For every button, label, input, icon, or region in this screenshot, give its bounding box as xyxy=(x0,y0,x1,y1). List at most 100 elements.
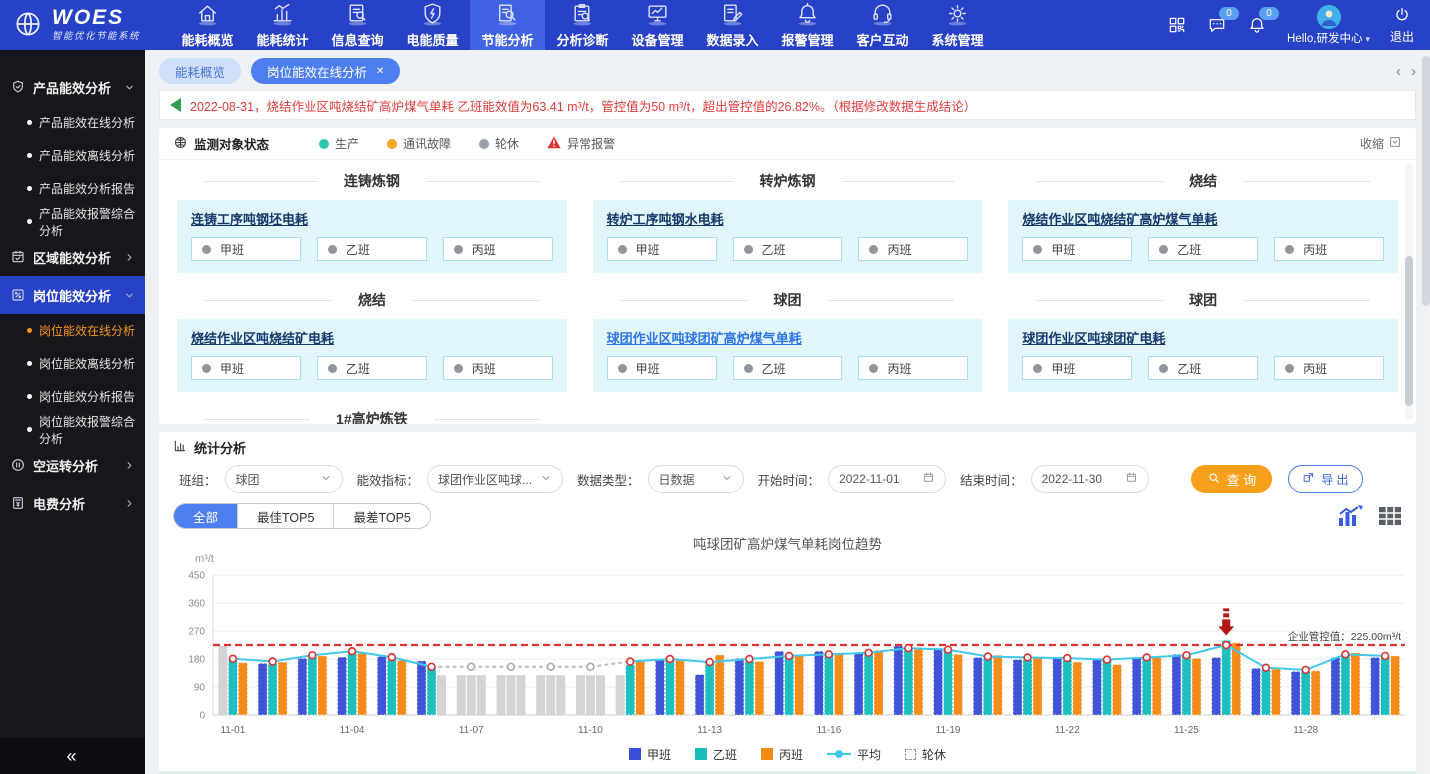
sidebar-item-electricity-fee[interactable]: 电费分析 xyxy=(0,484,145,522)
shift-status-box[interactable]: 乙班 xyxy=(317,237,427,261)
shift-status-box[interactable]: 乙班 xyxy=(733,356,843,380)
qr-code-icon[interactable] xyxy=(1167,15,1187,35)
sidebar-subitem-product-report[interactable]: 产品能效分析报告 xyxy=(0,172,145,205)
sidebar: 产品能效分析产品能效在线分析产品能效离线分析产品能效分析报告产品能效报警综合分析… xyxy=(0,50,145,774)
nav-item-system-management[interactable]: 系统管理 xyxy=(920,0,995,50)
shift-status-box[interactable]: 丙班 xyxy=(443,237,553,261)
shift-status-box[interactable]: 乙班 xyxy=(733,237,843,261)
collapse-sidebar-button[interactable]: « xyxy=(0,738,145,774)
sidebar-item-product-energy[interactable]: 产品能效分析 xyxy=(0,68,145,106)
chevron-right-icon[interactable]: › xyxy=(1411,63,1416,80)
view-tab-1[interactable]: 最佳TOP5 xyxy=(237,504,333,528)
query-button[interactable]: 查 询 xyxy=(1191,465,1273,493)
message-count-badge: 0 xyxy=(1219,7,1239,20)
sidebar-subitem-post-report[interactable]: 岗位能效分析报告 xyxy=(0,380,145,413)
view-tab-label: 全部 xyxy=(193,507,218,526)
nav-item-energy-stats[interactable]: 能耗统计 xyxy=(245,0,320,50)
nav-item-data-entry[interactable]: 数据录入 xyxy=(695,0,770,50)
sidebar-item-idle-run[interactable]: 空运转分析 xyxy=(0,446,145,484)
indicator-card: 连铸工序吨钢坯电耗甲班乙班丙班 xyxy=(177,200,567,273)
shift-select[interactable]: 球团 xyxy=(225,465,343,493)
svg-text:11-10: 11-10 xyxy=(578,725,603,736)
start-date-input[interactable]: 2022-11-01 xyxy=(828,465,946,493)
status-comm-fault: 通讯故障 xyxy=(387,135,451,152)
chart-area: 09018027036045011-0111-0411-0711-1011-13… xyxy=(159,567,1416,742)
shift-status-box[interactable]: 丙班 xyxy=(1274,237,1384,261)
shift-status-box[interactable]: 丙班 xyxy=(1274,356,1384,380)
close-icon[interactable]: ✕ xyxy=(376,66,384,77)
shift-status-box[interactable]: 甲班 xyxy=(607,237,717,261)
messages-icon[interactable]: 0 xyxy=(1207,15,1227,35)
calendar-icon xyxy=(1125,471,1138,487)
nav-item-info-query[interactable]: 信息查询 xyxy=(320,0,395,50)
shift-status-box[interactable]: 丙班 xyxy=(858,356,968,380)
sidebar-subitem-post-online[interactable]: 岗位能效在线分析 xyxy=(0,314,145,347)
svg-text:90: 90 xyxy=(194,683,206,694)
status-dot xyxy=(744,245,753,254)
chevron-left-icon[interactable]: ‹ xyxy=(1396,63,1401,80)
export-button[interactable]: 导 出 xyxy=(1288,465,1362,493)
nav-item-energy-saving-analysis[interactable]: 节能分析 xyxy=(470,0,545,50)
notifications-icon[interactable]: 0 xyxy=(1247,15,1267,35)
nav-item-customer-interaction[interactable]: 客户互动 xyxy=(845,0,920,50)
tab-label: 能耗概览 xyxy=(175,62,225,81)
view-tab-label: 最佳TOP5 xyxy=(257,507,314,526)
table-view-toggle[interactable] xyxy=(1378,506,1402,526)
chart-view-toggle[interactable] xyxy=(1337,505,1363,527)
sidebar-subitem-product-offline[interactable]: 产品能效离线分析 xyxy=(0,139,145,172)
chevron-down-icon xyxy=(721,472,733,487)
shift-status-box[interactable]: 丙班 xyxy=(443,356,553,380)
monitor-scrollbar-thumb[interactable] xyxy=(1405,256,1413,406)
view-tab-2[interactable]: 最差TOP5 xyxy=(333,504,429,528)
shift-status-box[interactable]: 甲班 xyxy=(1022,356,1132,380)
shift-status-box[interactable]: 乙班 xyxy=(317,356,427,380)
shift-status-box[interactable]: 丙班 xyxy=(858,237,968,261)
bullet-icon xyxy=(27,427,32,432)
tab-0[interactable]: 能耗概览 xyxy=(159,58,241,84)
svg-text:180: 180 xyxy=(188,655,205,666)
tab-1[interactable]: 岗位能效在线分析✕ xyxy=(251,58,400,84)
shift-status-box[interactable]: 乙班 xyxy=(1148,356,1258,380)
sidebar-subitem-product-online[interactable]: 产品能效在线分析 xyxy=(0,106,145,139)
indicator-link[interactable]: 烧结作业区吨烧结矿电耗 xyxy=(191,328,334,347)
nav-item-analysis-diagnosis[interactable]: 分析诊断 xyxy=(545,0,620,50)
indicator-link[interactable]: 烧结作业区吨烧结矿高炉煤气单耗 xyxy=(1022,209,1217,228)
logout-button[interactable]: 退出 xyxy=(1390,6,1414,45)
nav-item-energy-overview[interactable]: 能耗概览 xyxy=(170,0,245,50)
nav-item-power-quality[interactable]: 电能质量 xyxy=(395,0,470,50)
view-tab-0[interactable]: 全部 xyxy=(174,504,237,528)
datatype-select[interactable]: 日数据 xyxy=(648,465,744,493)
nav-item-device-management[interactable]: 设备管理 xyxy=(620,0,695,50)
notification-count-badge: 0 xyxy=(1259,7,1279,20)
sidebar-subitem-product-alarm-composite[interactable]: 产品能效报警综合分析 xyxy=(0,205,145,238)
sidebar-subitem-post-offline[interactable]: 岗位能效离线分析 xyxy=(0,347,145,380)
shift-status-box[interactable]: 甲班 xyxy=(191,356,301,380)
status-dot xyxy=(387,139,397,149)
clipboard-search-icon xyxy=(570,1,595,29)
view-tab-row: 全部 最佳TOP5 最差TOP5 xyxy=(159,503,1416,531)
nav-item-alarm-management[interactable]: 报警管理 xyxy=(770,0,845,50)
shift-label: 丙班 xyxy=(1303,241,1327,258)
indicator-link[interactable]: 球团作业区吨球团矿电耗 xyxy=(1022,328,1165,347)
sidebar-subitem-post-alarm-composite[interactable]: 岗位能效报警综合分析 xyxy=(0,413,145,446)
collapse-toggle[interactable]: 收缩 xyxy=(1360,135,1402,152)
shield-check-icon xyxy=(10,79,26,95)
sidebar-item-post-energy[interactable]: 岗位能效分析 xyxy=(0,276,145,314)
indicator-link[interactable]: 球团作业区吨球团矿高炉煤气单耗 xyxy=(607,328,802,347)
indicator-select[interactable]: 球团作业区吨球... xyxy=(427,465,563,493)
pause-circle-icon xyxy=(10,457,26,473)
nav-item-label: 电能质量 xyxy=(406,30,458,49)
user-menu[interactable]: Hello,研发中心▾ xyxy=(1287,5,1370,46)
end-date-input[interactable]: 2022-11-30 xyxy=(1031,465,1149,493)
indicator-link[interactable]: 转炉工序吨钢水电耗 xyxy=(607,209,724,228)
chevron-down-icon xyxy=(124,290,135,301)
page-scrollbar-thumb[interactable] xyxy=(1422,56,1430,306)
sidebar-item-region-energy[interactable]: 区域能效分析 xyxy=(0,238,145,276)
group-header: 烧结 xyxy=(177,290,567,310)
indicator-link[interactable]: 连铸工序吨钢坯电耗 xyxy=(191,209,308,228)
shift-status-box[interactable]: 甲班 xyxy=(607,356,717,380)
shift-status-box[interactable]: 乙班 xyxy=(1148,237,1258,261)
shift-status-box[interactable]: 甲班 xyxy=(1022,237,1132,261)
doc-search-icon xyxy=(345,1,370,29)
shift-status-box[interactable]: 甲班 xyxy=(191,237,301,261)
